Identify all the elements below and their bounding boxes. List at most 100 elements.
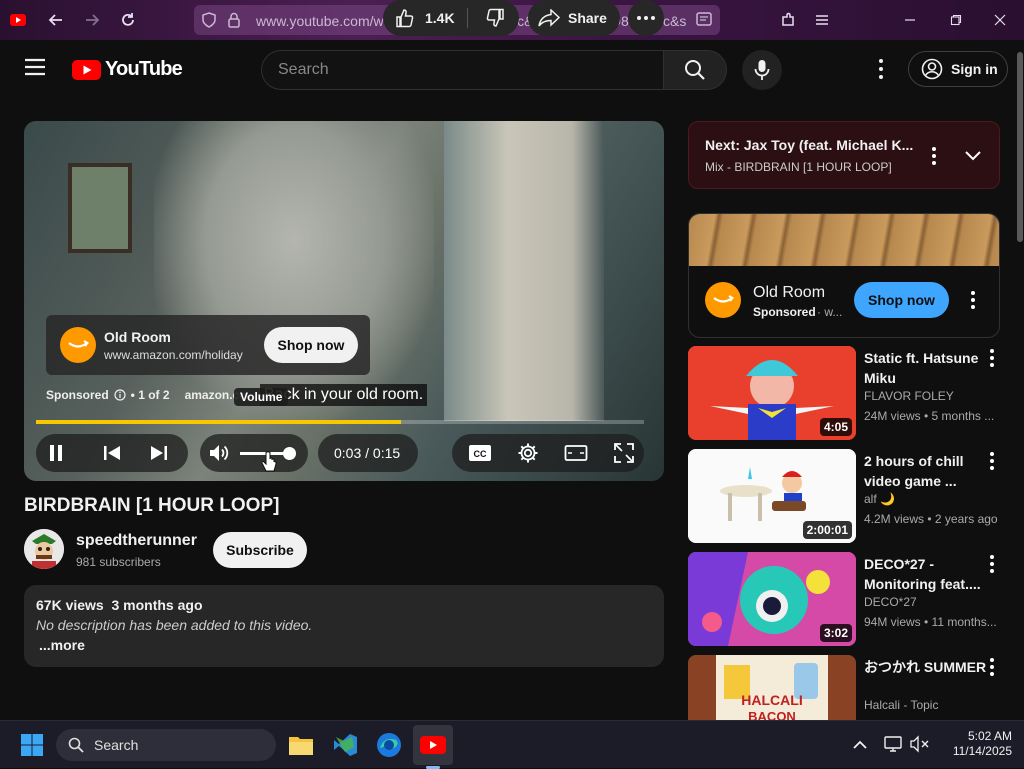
video-thumbnail[interactable]: HALCALI BACON <box>688 655 856 720</box>
like-dislike-group: 1.4K <box>383 0 519 36</box>
recommendation-item[interactable]: 4:05 Static ft. Hatsune Miku FLAVOR FOLE… <box>688 346 1008 442</box>
settings-button[interactable] <box>508 434 548 472</box>
pause-icon <box>50 445 62 461</box>
duration-badge: 2:00:01 <box>802 521 852 539</box>
microphone-icon <box>754 60 770 80</box>
fullscreen-button[interactable] <box>604 434 644 472</box>
rec-channel[interactable]: FLAVOR FOLEY <box>864 389 954 403</box>
side-shop-now-button[interactable]: Shop now <box>854 282 949 318</box>
chevron-down-icon[interactable] <box>961 144 985 168</box>
info-icon[interactable] <box>114 389 126 401</box>
ad-count: • 1 of 2 <box>130 388 170 402</box>
progress-bar[interactable] <box>36 420 644 424</box>
subscribe-button[interactable]: Subscribe <box>213 532 307 568</box>
search-button[interactable] <box>663 50 727 90</box>
menu-icon[interactable] <box>810 8 834 32</box>
recommendation-item[interactable]: HALCALI BACON おつかれ SUMMER Halcali - Topic <box>688 655 1008 720</box>
start-button[interactable] <box>12 725 52 765</box>
side-ad-menu-icon[interactable] <box>961 288 985 312</box>
description-box[interactable]: 67K views 3 months ago No description ha… <box>24 585 664 667</box>
rec-menu-icon[interactable] <box>980 346 1004 370</box>
ad-info-row: Sponsored • 1 of 2 amazon.co <box>46 388 247 402</box>
edge-browser-icon[interactable] <box>369 725 409 765</box>
voice-search-button[interactable] <box>742 50 782 90</box>
rec-channel[interactable]: Halcali - Topic <box>864 698 938 712</box>
video-thumbnail[interactable]: 2:00:01 <box>688 449 856 543</box>
taskbar-search[interactable]: Search <box>56 729 276 761</box>
visual-studio-code-icon[interactable] <box>325 725 365 765</box>
youtube-logo-icon <box>72 59 101 80</box>
svg-text:HALCALI: HALCALI <box>741 692 802 708</box>
back-icon[interactable] <box>44 8 68 32</box>
captions-button[interactable]: CC <box>460 434 500 472</box>
restore-icon[interactable] <box>944 8 968 32</box>
youtube-app-icon[interactable] <box>413 725 453 765</box>
video-thumbnail[interactable]: 3:02 <box>688 552 856 646</box>
extensions-icon[interactable] <box>776 8 800 32</box>
fullscreen-icon <box>614 443 634 463</box>
sidebar-ad-card[interactable]: Old Room Sponsored · w... Shop now <box>688 213 1000 338</box>
reload-icon[interactable] <box>116 8 140 32</box>
search-icon <box>68 737 84 753</box>
search-input[interactable] <box>262 51 664 89</box>
pause-button[interactable] <box>36 434 76 472</box>
display-icon[interactable] <box>884 735 902 758</box>
video-player[interactable]: Old Room www.amazon.com/holiday Shop now… <box>24 121 664 481</box>
side-ad-domain: · w... <box>817 305 843 319</box>
page-scrollbar[interactable] <box>1016 40 1024 720</box>
volume-tooltip: Volume <box>234 388 289 406</box>
rec-title[interactable]: DECO*27 - Monitoring feat.... <box>864 554 988 594</box>
chevron-up-icon[interactable] <box>852 735 868 760</box>
ad-title: Old Room <box>104 329 171 345</box>
channel-avatar[interactable] <box>24 529 64 569</box>
clock[interactable]: 5:02 AM 11/14/2025 <box>932 729 1012 759</box>
mute-button[interactable] <box>200 434 240 472</box>
sign-in-button[interactable]: Sign in <box>908 51 1008 87</box>
rec-title[interactable]: Static ft. Hatsune Miku <box>864 348 988 388</box>
next-button[interactable] <box>139 434 179 472</box>
channel-name[interactable]: speedtherunner <box>76 532 197 550</box>
file-explorer-icon[interactable] <box>281 725 321 765</box>
speaker-muted-icon[interactable] <box>910 735 930 758</box>
recommendation-item[interactable]: 2:00:01 2 hours of chill video game ... … <box>688 449 1008 545</box>
search-box[interactable] <box>261 50 664 90</box>
close-icon[interactable] <box>988 8 1012 32</box>
captions-icon: CC <box>469 445 491 461</box>
rec-menu-icon[interactable] <box>980 449 1004 473</box>
theater-mode-button[interactable] <box>556 434 596 472</box>
player-ad-card[interactable]: Old Room www.amazon.com/holiday Shop now <box>46 315 370 375</box>
recommendation-item[interactable]: 3:02 DECO*27 - Monitoring feat.... DECO*… <box>688 552 1008 648</box>
dislike-button[interactable] <box>475 0 515 36</box>
playback-controls <box>36 434 188 472</box>
video-thumbnail[interactable]: 4:05 <box>688 346 856 440</box>
shop-now-button[interactable]: Shop now <box>264 327 358 363</box>
rec-title[interactable]: 2 hours of chill video game ... <box>864 451 988 491</box>
rec-channel[interactable]: alf 🌙 <box>864 492 895 506</box>
lock-icon[interactable] <box>228 12 240 33</box>
shield-icon[interactable] <box>202 12 216 33</box>
forward-icon[interactable] <box>80 8 104 32</box>
youtube-tab-icon[interactable] <box>6 8 30 32</box>
settings-kebab-icon[interactable] <box>869 58 893 85</box>
scrollbar-thumb[interactable] <box>1017 52 1023 242</box>
previous-button[interactable] <box>92 434 132 472</box>
hamburger-menu-icon[interactable] <box>24 58 46 81</box>
more-actions-button[interactable] <box>628 0 664 36</box>
svg-text:BACON: BACON <box>748 709 796 720</box>
rec-title[interactable]: おつかれ SUMMER <box>864 657 988 677</box>
reader-view-icon[interactable] <box>696 12 712 31</box>
like-button[interactable]: 1.4K <box>383 0 467 36</box>
next-menu-icon[interactable] <box>922 144 946 168</box>
share-button[interactable]: Share <box>528 0 620 36</box>
side-ad-sponsored: Sponsored <box>753 305 816 319</box>
thumbs-up-icon <box>396 9 414 28</box>
rec-menu-icon[interactable] <box>980 552 1004 576</box>
show-more-link[interactable]: ...more <box>39 637 652 653</box>
next-up-card[interactable]: Next: Jax Toy (feat. Michael K... Mix - … <box>688 121 1000 189</box>
youtube-logo[interactable]: YouTube <box>72 58 183 81</box>
volume-handle[interactable] <box>282 447 296 460</box>
rec-menu-icon[interactable] <box>980 655 1004 679</box>
rec-channel[interactable]: DECO*27 <box>864 595 917 609</box>
views-and-date: 67K views 3 months ago <box>36 597 203 613</box>
minimize-icon[interactable] <box>898 8 922 32</box>
